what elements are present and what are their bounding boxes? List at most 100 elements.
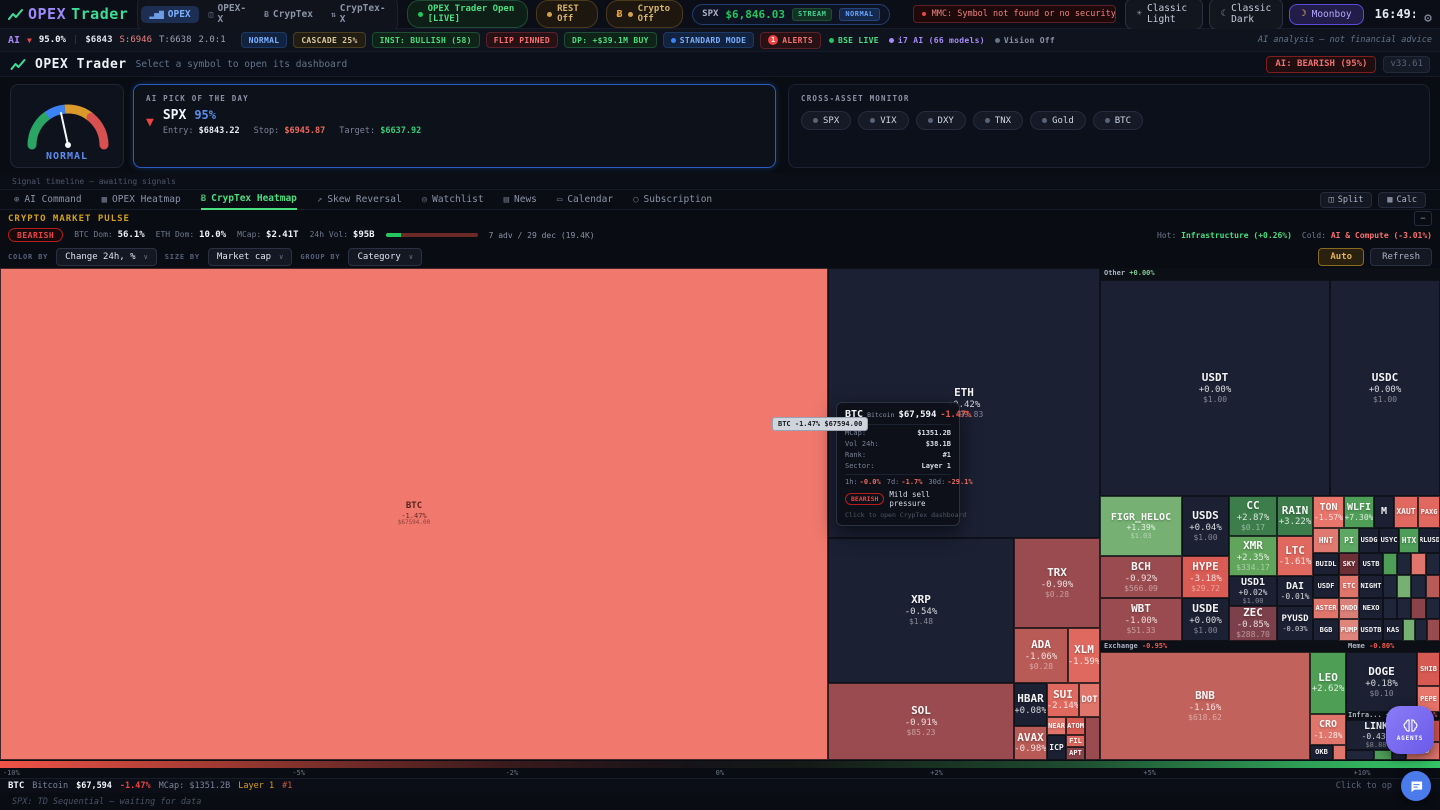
heatmap-tile-ondo[interactable]: ONDO <box>1339 598 1359 619</box>
heatmap-tile-filler[interactable] <box>1415 619 1427 641</box>
heatmap-tile-wlfi[interactable]: WLFI+7.30% <box>1344 496 1374 528</box>
heatmap-tile-filler[interactable] <box>1397 598 1411 619</box>
nav-tab-opex-x[interactable]: ◫OPEX-X <box>201 0 254 28</box>
heatmap-tile-htx[interactable]: HTX <box>1399 528 1419 553</box>
heatmap-tile-hnt[interactable]: HNT <box>1313 528 1339 553</box>
heatmap-tile-dot[interactable]: DOT <box>1079 683 1100 717</box>
heatmap-tile-ustb[interactable]: USTB <box>1359 553 1383 575</box>
heatmap-tile-doge[interactable]: DOGE+0.18%$0.10 <box>1346 652 1417 712</box>
heatmap-tile-filler[interactable] <box>1397 575 1411 598</box>
action-calc[interactable]: ▦Calc <box>1378 192 1426 208</box>
heatmap-tile-nexo[interactable]: NEXO <box>1359 598 1383 619</box>
heatmap-tile-ton[interactable]: TON-1.57% <box>1313 496 1344 528</box>
heatmap-tile-pi[interactable]: PI <box>1339 528 1359 553</box>
nav-tab-opex[interactable]: ▂▅▇OPEX <box>141 6 198 23</box>
gear-icon[interactable]: ⚙ <box>1424 11 1432 26</box>
tab-watchlist[interactable]: ◎Watchlist <box>422 190 484 210</box>
spx-ticker[interactable]: SPX $6,846.03 STREAM NORMAL <box>692 4 889 25</box>
heatmap-tile-hype[interactable]: HYPE-3.18%$29.72 <box>1182 556 1229 598</box>
agents-button[interactable]: AGENTS <box>1386 706 1434 754</box>
heatmap-tile-sui[interactable]: SUI-2.14% <box>1047 683 1079 717</box>
heatmap-tile-filler[interactable] <box>1333 745 1346 760</box>
heatmap-tile-dai[interactable]: DAI-0.01% <box>1277 576 1313 606</box>
heatmap-tile-night[interactable]: NIGHT <box>1359 575 1383 598</box>
ai-pick-card[interactable]: AI PICK OF THE DAY ▼ SPX 95% Entry: $684… <box>133 84 776 168</box>
bse-live-pill[interactable]: BSE LIVE <box>827 33 881 47</box>
heatmap-tile-cro[interactable]: CRO-1.28% <box>1310 714 1346 745</box>
heatmap-tile-fil[interactable]: FIL <box>1066 735 1085 747</box>
alerts-pill[interactable]: 1ALERTS <box>760 32 821 49</box>
heatmap-tile-sol[interactable]: SOL-0.91%$85.23 <box>828 683 1014 760</box>
heatmap-tile-filler[interactable] <box>1397 553 1411 575</box>
asset-pill-spx[interactable]: SPX <box>801 111 851 130</box>
heatmap-tile-wbt[interactable]: WBT-1.00%$51.33 <box>1100 598 1182 641</box>
heatmap-tile-cc[interactable]: CC+2.87%$0.17 <box>1229 496 1277 536</box>
heatmap-tile-pump[interactable]: PUMP <box>1339 619 1359 641</box>
tab-opex-heatmap[interactable]: ▦OPEX Heatmap <box>102 190 181 210</box>
asset-pill-vix[interactable]: VIX <box>858 111 908 130</box>
tab-news[interactable]: ▤News <box>504 190 537 210</box>
heatmap-tile-hbar[interactable]: HBAR+0.08% <box>1014 683 1047 726</box>
heatmap-tile-filler[interactable] <box>1346 750 1374 760</box>
error-toast[interactable]: MMC: Symbol not found or no security def… <box>913 5 1116 23</box>
heatmap-tile-near[interactable]: NEAR <box>1047 717 1066 735</box>
heatmap-tile-usdtb[interactable]: USDTB <box>1359 619 1383 641</box>
heatmap-tile-leo[interactable]: LEO+2.62% <box>1310 652 1346 714</box>
asset-pill-dxy[interactable]: DXY <box>916 111 966 130</box>
heatmap-tile-xaut[interactable]: XAUT <box>1394 496 1418 528</box>
heatmap-tile-filler[interactable] <box>1085 717 1100 760</box>
heatmap-tile-buidl[interactable]: BUIDL <box>1313 553 1339 575</box>
heatmap-tile-filler[interactable] <box>1383 598 1397 619</box>
heatmap-tile-paxg[interactable]: PAXG <box>1418 496 1440 528</box>
heatmap-tile-filler[interactable] <box>1426 575 1440 598</box>
heatmap-tile-shib[interactable]: SHIB <box>1417 652 1440 686</box>
tab-calendar[interactable]: ▭Calendar <box>557 190 613 210</box>
color-by-select[interactable]: Change 24h, %∨ <box>56 248 157 266</box>
heatmap-tile-aster[interactable]: ASTER <box>1313 598 1339 619</box>
heatmap-tile-ltc[interactable]: LTC-1.61% <box>1277 536 1313 576</box>
tab-skew-reversal[interactable]: ↗Skew Reversal <box>317 190 402 210</box>
cascade-25-pill[interactable]: CASCADE 25% <box>293 32 365 48</box>
heatmap-tile-usdf[interactable]: USDF <box>1313 575 1339 598</box>
heatmap-tile-xmr[interactable]: XMR+2.35%$334.17 <box>1229 536 1277 576</box>
heatmap-tile-bch[interactable]: BCH-0.92%$566.09 <box>1100 556 1182 598</box>
theme-classic-dark[interactable]: ☾Classic Dark <box>1209 0 1283 30</box>
heatmap-tile-xlm[interactable]: XLM-1.59% <box>1068 628 1100 683</box>
auto-button[interactable]: Auto <box>1318 248 1364 266</box>
heatmap-tile-okb[interactable]: OKB <box>1310 745 1333 760</box>
heatmap-tile-kas[interactable]: KAS <box>1383 619 1403 641</box>
heatmap-tile-usyc[interactable]: USYC <box>1379 528 1399 553</box>
heatmap-tile-usd1[interactable]: USD1+0.02%$1.00 <box>1229 576 1277 606</box>
heatmap-tile-usdc[interactable]: USDC+0.00%$1.00 <box>1330 280 1440 496</box>
heatmap-tile-sky[interactable]: SKY <box>1339 553 1359 575</box>
collapse-button[interactable]: − <box>1414 211 1432 226</box>
heatmap-tile-atom[interactable]: ATOM <box>1066 717 1085 735</box>
refresh-button[interactable]: Refresh <box>1370 248 1432 266</box>
asset-pill-btc[interactable]: BTC <box>1093 111 1143 130</box>
heatmap-tile-trx[interactable]: TRX-0.90%$0.28 <box>1014 538 1100 628</box>
heatmap-tile-filler[interactable] <box>1403 619 1415 641</box>
heatmap-tile-btc[interactable]: BTC-1.47%$67594.00 <box>0 268 828 760</box>
tab-cryptex-heatmap[interactable]: ɃCrypTex Heatmap <box>201 190 297 210</box>
action-split[interactable]: ◫Split <box>1320 192 1373 208</box>
inst-bullish-58-pill[interactable]: INST: BULLISH (58) <box>372 32 480 48</box>
vision-off-pill[interactable]: Vision Off <box>993 33 1057 47</box>
heatmap-tile-bnb[interactable]: BNB-1.16%$618.62 <box>1100 652 1310 760</box>
asset-pill-gold[interactable]: Gold <box>1030 111 1086 130</box>
heatmap-tile-bgb[interactable]: BGB <box>1313 619 1339 641</box>
theme-moonboy[interactable]: ☽Moonboy <box>1289 4 1363 25</box>
heatmap-tile-apt[interactable]: APT <box>1066 747 1085 760</box>
heatmap-tile-filler[interactable] <box>1426 598 1440 619</box>
heatmap-tile-filler[interactable] <box>1411 553 1426 575</box>
tab-ai-command[interactable]: ⊕AI Command <box>14 190 82 210</box>
heatmap-tile-usdt[interactable]: USDT+0.00%$1.00 <box>1100 280 1330 496</box>
standard-mode-pill[interactable]: STANDARD MODE <box>663 32 755 48</box>
heatmap-tile-filler[interactable] <box>1374 750 1392 760</box>
heatmap-tile-xrp[interactable]: XRP-0.54%$1.48 <box>828 538 1014 683</box>
heatmap-tile-rlusd[interactable]: RLUSD <box>1419 528 1440 553</box>
heatmap-tile-usds[interactable]: USDS+0.04%$1.00 <box>1182 496 1229 556</box>
heatmap-tile-filler[interactable] <box>1411 575 1426 598</box>
heatmap-tile-filler[interactable] <box>1383 575 1397 598</box>
rest-off-pill[interactable]: REST Off <box>536 0 597 28</box>
dp-39-1m-buy-pill[interactable]: DP: +$39.1M BUY <box>564 32 657 48</box>
